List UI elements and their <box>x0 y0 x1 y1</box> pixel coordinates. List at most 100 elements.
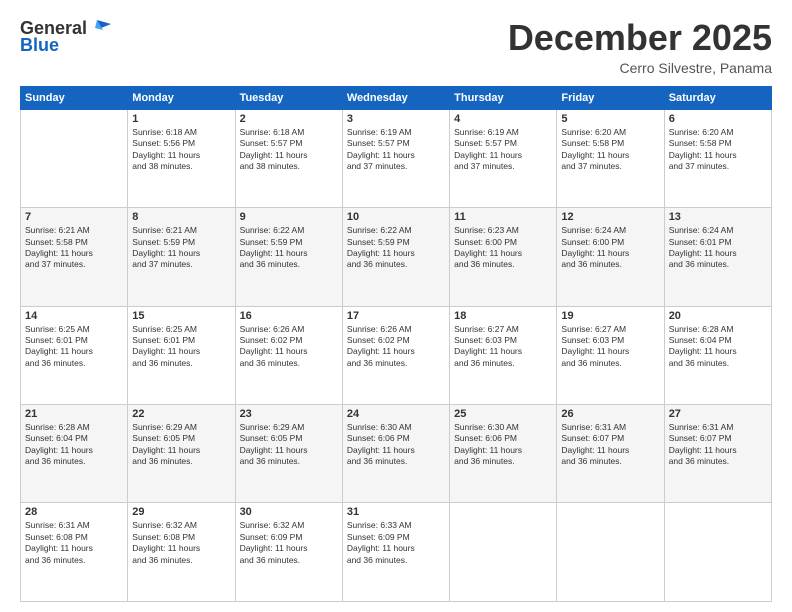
day-info: Sunrise: 6:26 AMSunset: 6:02 PMDaylight:… <box>347 324 445 370</box>
day-number: 11 <box>454 211 552 223</box>
day-info: Sunrise: 6:24 AMSunset: 6:00 PMDaylight:… <box>561 225 659 271</box>
day-info: Sunrise: 6:26 AMSunset: 6:02 PMDaylight:… <box>240 324 338 370</box>
day-number: 17 <box>347 310 445 322</box>
day-info: Sunrise: 6:19 AMSunset: 5:57 PMDaylight:… <box>347 127 445 173</box>
calendar-cell <box>664 503 771 602</box>
day-info: Sunrise: 6:32 AMSunset: 6:09 PMDaylight:… <box>240 520 338 566</box>
logo-bird-icon <box>89 20 111 36</box>
calendar-cell: 16 Sunrise: 6:26 AMSunset: 6:02 PMDayligh… <box>235 306 342 404</box>
month-title: December 2025 <box>508 18 772 58</box>
logo: General Blue <box>20 18 111 56</box>
day-number: 5 <box>561 113 659 125</box>
calendar-cell: 10 Sunrise: 6:22 AMSunset: 5:59 PMDayligh… <box>342 208 449 306</box>
day-number: 18 <box>454 310 552 322</box>
day-number: 22 <box>132 408 230 420</box>
calendar-cell: 26Sunrise: 6:31 AMSunset: 6:07 PMDayligh… <box>557 405 664 503</box>
calendar-cell: 9 Sunrise: 6:22 AMSunset: 5:59 PMDaylight… <box>235 208 342 306</box>
calendar-cell: 15 Sunrise: 6:25 AMSunset: 6:01 PMDayligh… <box>128 306 235 404</box>
day-number: 10 <box>347 211 445 223</box>
day-number: 27 <box>669 408 767 420</box>
day-number: 4 <box>454 113 552 125</box>
calendar-cell: 23Sunrise: 6:29 AMSunset: 6:05 PMDayligh… <box>235 405 342 503</box>
subtitle: Cerro Silvestre, Panama <box>508 60 772 76</box>
calendar-cell: 25 Sunrise: 6:30 AMSunset: 6:06 PMDayligh… <box>450 405 557 503</box>
day-info: Sunrise: 6:28 AMSunset: 6:04 PMDaylight:… <box>25 422 123 468</box>
day-info: Sunrise: 6:21 AMSunset: 5:58 PMDaylight:… <box>25 225 123 271</box>
calendar-cell: 19Sunrise: 6:27 AMSunset: 6:03 PMDayligh… <box>557 306 664 404</box>
day-info: Sunrise: 6:25 AMSunset: 6:01 PMDaylight:… <box>25 324 123 370</box>
day-info: Sunrise: 6:31 AMSunset: 6:07 PMDaylight:… <box>669 422 767 468</box>
day-info: Sunrise: 6:25 AMSunset: 6:01 PMDaylight:… <box>132 324 230 370</box>
day-info: Sunrise: 6:31 AMSunset: 6:07 PMDaylight:… <box>561 422 659 468</box>
calendar-cell <box>21 109 128 207</box>
calendar-header-friday: Friday <box>557 86 664 109</box>
day-info: Sunrise: 6:30 AMSunset: 6:06 PMDaylight:… <box>347 422 445 468</box>
calendar-cell: 18 Sunrise: 6:27 AMSunset: 6:03 PMDayligh… <box>450 306 557 404</box>
calendar-cell: 20 Sunrise: 6:28 AMSunset: 6:04 PMDayligh… <box>664 306 771 404</box>
calendar-week-row: 14 Sunrise: 6:25 AMSunset: 6:01 PMDayligh… <box>21 306 772 404</box>
day-number: 9 <box>240 211 338 223</box>
day-info: Sunrise: 6:20 AMSunset: 5:58 PMDaylight:… <box>561 127 659 173</box>
calendar-week-row: 7 Sunrise: 6:21 AMSunset: 5:58 PMDaylight… <box>21 208 772 306</box>
calendar-cell: 29Sunrise: 6:32 AMSunset: 6:08 PMDayligh… <box>128 503 235 602</box>
day-info: Sunrise: 6:24 AMSunset: 6:01 PMDaylight:… <box>669 225 767 271</box>
calendar-cell: 21 Sunrise: 6:28 AMSunset: 6:04 PMDayligh… <box>21 405 128 503</box>
calendar-cell <box>450 503 557 602</box>
day-info: Sunrise: 6:30 AMSunset: 6:06 PMDaylight:… <box>454 422 552 468</box>
logo-blue: Blue <box>20 35 59 56</box>
day-number: 12 <box>561 211 659 223</box>
day-number: 13 <box>669 211 767 223</box>
calendar-cell: 12 Sunrise: 6:24 AMSunset: 6:00 PMDayligh… <box>557 208 664 306</box>
day-info: Sunrise: 6:18 AMSunset: 5:57 PMDaylight:… <box>240 127 338 173</box>
calendar-header-sunday: Sunday <box>21 86 128 109</box>
day-info: Sunrise: 6:33 AMSunset: 6:09 PMDaylight:… <box>347 520 445 566</box>
day-number: 7 <box>25 211 123 223</box>
calendar-header-thursday: Thursday <box>450 86 557 109</box>
day-number: 23 <box>240 408 338 420</box>
calendar-header-tuesday: Tuesday <box>235 86 342 109</box>
calendar-header-monday: Monday <box>128 86 235 109</box>
day-number: 21 <box>25 408 123 420</box>
day-number: 6 <box>669 113 767 125</box>
calendar-cell: 31 Sunrise: 6:33 AMSunset: 6:09 PMDayligh… <box>342 503 449 602</box>
calendar-cell <box>557 503 664 602</box>
calendar-cell: 30Sunrise: 6:32 AMSunset: 6:09 PMDayligh… <box>235 503 342 602</box>
day-number: 3 <box>347 113 445 125</box>
day-number: 1 <box>132 113 230 125</box>
day-info: Sunrise: 6:28 AMSunset: 6:04 PMDaylight:… <box>669 324 767 370</box>
calendar-cell: 2 Sunrise: 6:18 AMSunset: 5:57 PMDaylight… <box>235 109 342 207</box>
calendar-cell: 7 Sunrise: 6:21 AMSunset: 5:58 PMDaylight… <box>21 208 128 306</box>
day-number: 19 <box>561 310 659 322</box>
day-number: 15 <box>132 310 230 322</box>
calendar-week-row: 21 Sunrise: 6:28 AMSunset: 6:04 PMDayligh… <box>21 405 772 503</box>
day-number: 20 <box>669 310 767 322</box>
calendar-cell: 24Sunrise: 6:30 AMSunset: 6:06 PMDayligh… <box>342 405 449 503</box>
calendar-cell: 11 Sunrise: 6:23 AMSunset: 6:00 PMDayligh… <box>450 208 557 306</box>
calendar-cell: 28Sunrise: 6:31 AMSunset: 6:08 PMDayligh… <box>21 503 128 602</box>
header: General Blue December 2025 Cerro Silvest… <box>20 18 772 76</box>
day-number: 8 <box>132 211 230 223</box>
day-info: Sunrise: 6:22 AMSunset: 5:59 PMDaylight:… <box>347 225 445 271</box>
day-info: Sunrise: 6:29 AMSunset: 6:05 PMDaylight:… <box>132 422 230 468</box>
calendar-cell: 1Sunrise: 6:18 AMSunset: 5:56 PMDaylight… <box>128 109 235 207</box>
day-number: 31 <box>347 506 445 518</box>
day-number: 2 <box>240 113 338 125</box>
calendar-cell: 4 Sunrise: 6:19 AMSunset: 5:57 PMDaylight… <box>450 109 557 207</box>
day-number: 14 <box>25 310 123 322</box>
calendar-cell: 3 Sunrise: 6:19 AMSunset: 5:57 PMDaylight… <box>342 109 449 207</box>
calendar-cell: 14 Sunrise: 6:25 AMSunset: 6:01 PMDayligh… <box>21 306 128 404</box>
day-info: Sunrise: 6:22 AMSunset: 5:59 PMDaylight:… <box>240 225 338 271</box>
calendar-header-saturday: Saturday <box>664 86 771 109</box>
day-number: 16 <box>240 310 338 322</box>
day-info: Sunrise: 6:32 AMSunset: 6:08 PMDaylight:… <box>132 520 230 566</box>
calendar-header-row: SundayMondayTuesdayWednesdayThursdayFrid… <box>21 86 772 109</box>
calendar-cell: 22 Sunrise: 6:29 AMSunset: 6:05 PMDayligh… <box>128 405 235 503</box>
day-number: 28 <box>25 506 123 518</box>
day-info: Sunrise: 6:27 AMSunset: 6:03 PMDaylight:… <box>454 324 552 370</box>
calendar-cell: 6Sunrise: 6:20 AMSunset: 5:58 PMDaylight… <box>664 109 771 207</box>
day-number: 25 <box>454 408 552 420</box>
title-block: December 2025 Cerro Silvestre, Panama <box>508 18 772 76</box>
day-info: Sunrise: 6:19 AMSunset: 5:57 PMDaylight:… <box>454 127 552 173</box>
day-info: Sunrise: 6:23 AMSunset: 6:00 PMDaylight:… <box>454 225 552 271</box>
calendar-table: SundayMondayTuesdayWednesdayThursdayFrid… <box>20 86 772 602</box>
